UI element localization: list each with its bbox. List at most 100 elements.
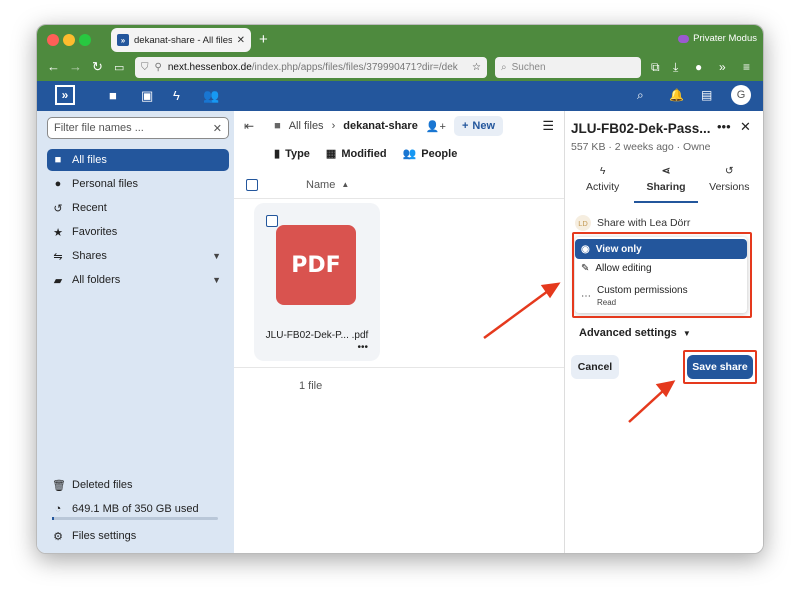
- close-window-button[interactable]: [47, 34, 59, 46]
- nav-item-recent[interactable]: ↺ Recent: [47, 197, 229, 219]
- more-actions-icon[interactable]: •••: [717, 119, 731, 134]
- menu-icon[interactable]: ≡: [743, 60, 750, 74]
- select-all-checkbox[interactable]: [246, 178, 258, 191]
- activity-icon: ϟ: [599, 165, 606, 177]
- advanced-settings-label: Advanced settings: [579, 327, 677, 339]
- list-view-icon[interactable]: ☰: [542, 118, 554, 134]
- breadcrumb-all-files[interactable]: All files: [289, 120, 324, 132]
- bookmark-star-icon[interactable]: ☆: [472, 62, 481, 73]
- nav-item-label: Recent: [72, 202, 107, 214]
- files-app-icon[interactable]: ■: [109, 88, 117, 103]
- highlight-box-save: [683, 350, 757, 384]
- share-folder-icon[interactable]: 👤+: [426, 120, 446, 133]
- forward-icon[interactable]: →: [69, 59, 82, 74]
- back-icon[interactable]: ←: [47, 59, 60, 74]
- sort-ascending-icon[interactable]: ▲: [341, 180, 349, 189]
- nav-item-label: Personal files: [72, 178, 139, 190]
- share-icon: ⇋: [53, 250, 63, 263]
- nav-item-label: Deleted files: [72, 479, 133, 491]
- file-filters: ▮ Type ▦ Modified 👥 People: [274, 147, 458, 161]
- new-tab-icon[interactable]: +: [259, 31, 268, 48]
- chevron-down-icon[interactable]: ▼: [212, 251, 221, 261]
- file-card[interactable]: PDF JLU-FB02-Dek-P... .pdf •••: [254, 203, 380, 361]
- notifications-icon[interactable]: 🔔: [669, 88, 684, 102]
- filter-placeholder: Filter file names ...: [54, 122, 144, 134]
- tab-versions[interactable]: ↺ Versions: [698, 163, 761, 203]
- cancel-button[interactable]: Cancel: [571, 355, 619, 379]
- search-icon[interactable]: ⌕: [637, 88, 644, 103]
- search-placeholder: Suchen: [511, 62, 546, 73]
- nav-item-all-files[interactable]: ■ All files: [47, 149, 229, 171]
- column-name[interactable]: Name: [306, 179, 335, 191]
- browser-tab[interactable]: » dekanat-share - All files - Files ✕: [111, 28, 251, 52]
- details-sidebar: JLU-FB02-Dek-Pass... ••• ✕ 557 KB · 2 we…: [564, 111, 763, 553]
- calendar-icon: ▦: [325, 148, 337, 160]
- nav-item-shares[interactable]: ⇋ Shares ▼: [47, 245, 229, 267]
- sidebar-toggle-icon[interactable]: ▭: [114, 61, 124, 74]
- pie-chart-icon: ◔: [54, 503, 62, 515]
- url-bar[interactable]: ⛉ ⚲ next.hessenbox.de/index.php/apps/fil…: [135, 57, 487, 78]
- search-bar[interactable]: ⌕ Suchen: [495, 57, 641, 78]
- files-summary: 1 file: [234, 367, 564, 401]
- share-icon: ⋖: [661, 165, 671, 177]
- people-icon: 👥: [402, 148, 417, 160]
- close-tab-icon[interactable]: ✕: [237, 35, 245, 46]
- user-avatar[interactable]: G: [731, 85, 751, 105]
- folder-icon: ■: [54, 154, 62, 166]
- photos-app-icon[interactable]: ▣: [141, 88, 153, 104]
- pdf-file-icon: PDF: [276, 225, 356, 305]
- nav-item-deleted-files[interactable]: 🗑 Deleted files: [47, 474, 229, 496]
- contacts-menu-icon[interactable]: ▤: [701, 88, 712, 102]
- breadcrumb-current[interactable]: dekanat-share: [343, 120, 418, 132]
- files-table-header: Name ▲: [234, 171, 564, 199]
- activity-app-icon[interactable]: ϟ: [173, 88, 180, 103]
- overflow-chevron-icon[interactable]: »: [719, 60, 726, 74]
- profile-icon[interactable]: ●: [695, 60, 702, 74]
- file-checkbox[interactable]: [266, 215, 278, 227]
- reload-icon[interactable]: ↻: [92, 59, 103, 75]
- filter-people-button[interactable]: 👥 People: [402, 147, 458, 161]
- tab-label: Sharing: [646, 181, 686, 193]
- contacts-app-icon[interactable]: 👥: [203, 88, 219, 104]
- file-name[interactable]: JLU-FB02-Dek-P... .pdf: [260, 330, 374, 341]
- file-meta: 557 KB · 2 weeks ago · Owne: [571, 141, 711, 153]
- extensions-icon[interactable]: ⧉: [651, 60, 660, 75]
- browser-titlebar: » dekanat-share - All files - Files ✕ + …: [37, 25, 763, 55]
- tab-activity[interactable]: ϟ Activity: [571, 163, 634, 203]
- chevron-down-icon[interactable]: ▼: [212, 275, 221, 285]
- close-sidebar-icon[interactable]: ✕: [740, 119, 751, 135]
- nav-item-label: Favorites: [72, 226, 118, 238]
- filter-type-button[interactable]: ▮ Type: [274, 147, 310, 161]
- advanced-settings-toggle[interactable]: Advanced settings ▼: [579, 327, 691, 339]
- maximize-window-button[interactable]: [79, 34, 91, 46]
- tab-label: Versions: [709, 181, 750, 193]
- tab-title: dekanat-share - All files - Files: [134, 34, 232, 46]
- collapse-nav-icon[interactable]: ⇤: [244, 119, 254, 133]
- sidebar-file-title: JLU-FB02-Dek-Pass...: [571, 121, 711, 136]
- tab-label: Activity: [586, 181, 620, 193]
- download-icon[interactable]: ⤓: [673, 60, 678, 75]
- nav-item-label: All files: [72, 154, 107, 166]
- filter-modified-button[interactable]: ▦ Modified: [325, 147, 387, 161]
- filter-file-names-input[interactable]: Filter file names ... ✕: [47, 117, 229, 139]
- star-icon: ★: [53, 226, 63, 239]
- new-button[interactable]: + New: [453, 116, 504, 136]
- clear-filter-icon[interactable]: ✕: [213, 122, 222, 135]
- sidebar-tabs: ϟ Activity ⋖ Sharing ↺ Versions: [571, 163, 761, 203]
- tab-sharing[interactable]: ⋖ Sharing: [634, 163, 698, 203]
- person-icon: ●: [54, 178, 62, 190]
- nav-item-files-settings[interactable]: ⚙ Files settings: [47, 525, 229, 547]
- nav-item-all-folders[interactable]: ▰ All folders ▼: [47, 269, 229, 291]
- logo[interactable]: »: [55, 85, 75, 105]
- gear-icon: ⚙: [53, 530, 63, 543]
- new-button-label: New: [472, 120, 496, 132]
- minimize-window-button[interactable]: [63, 34, 75, 46]
- file-actions-icon[interactable]: •••: [357, 342, 368, 353]
- app-header: » ■ ▣ ϟ 👥 ⌕ 🔔 ▤ G: [37, 81, 763, 111]
- nav-item-favorites[interactable]: ★ Favorites: [47, 221, 229, 243]
- browser-navbar: ← → ↻ ▭ ⛉ ⚲ next.hessenbox.de/index.php/…: [37, 55, 763, 81]
- chevron-right-icon: ›: [331, 120, 336, 132]
- shield-icon: ⛉: [141, 62, 149, 73]
- share-with-label: Share with Lea Dörr: [597, 217, 691, 229]
- nav-item-personal-files[interactable]: ● Personal files: [47, 173, 229, 195]
